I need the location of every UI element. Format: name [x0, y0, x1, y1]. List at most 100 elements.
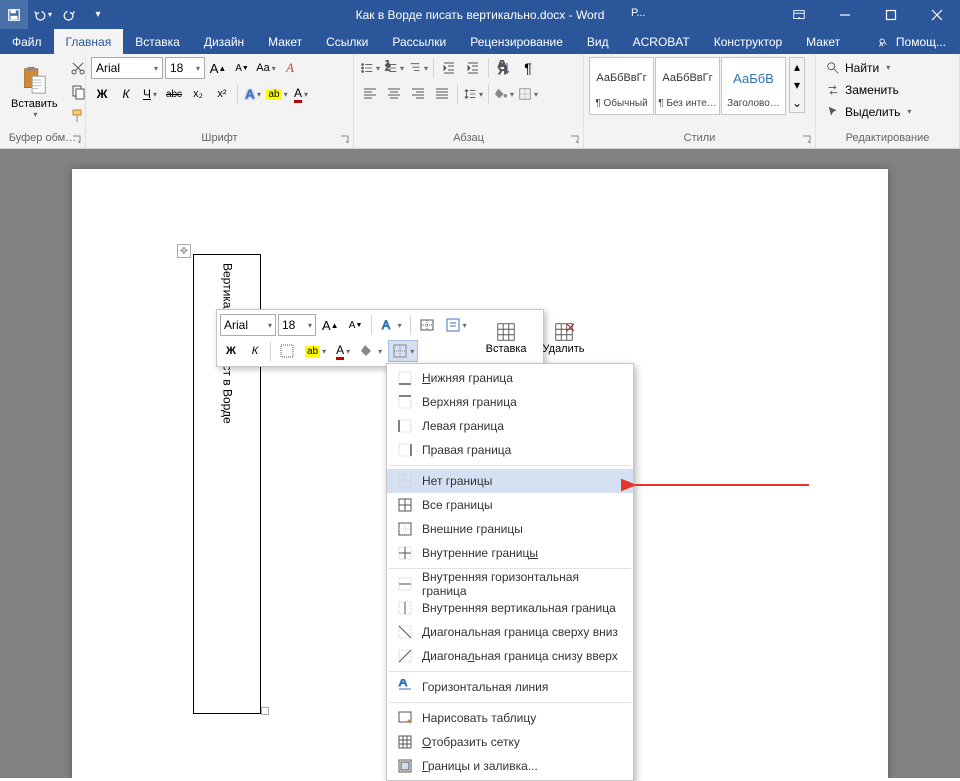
tab-table-layout[interactable]: Макет — [794, 29, 852, 54]
justify-button[interactable] — [431, 83, 453, 105]
tab-home[interactable]: Главная — [54, 29, 124, 54]
mini-delete-button[interactable]: Удалить — [536, 315, 592, 361]
font-size-input[interactable]: 18▾ — [165, 57, 205, 79]
tab-layout[interactable]: Макет — [256, 29, 314, 54]
mini-insert-button[interactable]: Вставка — [479, 315, 534, 361]
clear-formatting-button[interactable]: A — [279, 57, 301, 79]
subscript-button[interactable]: x₂ — [187, 83, 209, 105]
text-effects-button[interactable]: A▾ — [242, 83, 264, 105]
styles-expand[interactable]: ⌄ — [790, 94, 804, 112]
group-paragraph: ▾ 12▾ ▾ AЯ ¶ ▾ ▾ ▾ Абзац — [354, 54, 584, 148]
styles-dialog-launcher[interactable] — [800, 133, 813, 146]
change-case-button[interactable]: Aa▾ — [255, 57, 277, 79]
line-spacing-button[interactable]: ▾ — [462, 83, 484, 105]
mini-styles[interactable]: A▾ — [376, 314, 406, 336]
paste-button[interactable]: Вставить ▾ — [5, 57, 64, 125]
close-button[interactable] — [914, 0, 960, 29]
mini-shading[interactable]: ▾ — [356, 340, 386, 362]
mini-font-size[interactable]: 18▾ — [278, 314, 316, 336]
tab-design[interactable]: Дизайн — [192, 29, 256, 54]
styles-scroll-down[interactable]: ▾ — [790, 76, 804, 94]
replace-button[interactable]: Заменить — [821, 79, 916, 100]
mini-merge-cells[interactable] — [415, 314, 439, 336]
tell-me[interactable]: Помощ... — [862, 29, 960, 54]
decrease-indent-button[interactable] — [438, 57, 460, 79]
border-top-item[interactable]: Верхняя граница — [387, 390, 633, 414]
mini-borders-split[interactable]: ▾ — [388, 340, 418, 362]
multilevel-list-button[interactable]: ▾ — [407, 57, 429, 79]
font-name-input[interactable]: Arial▾ — [91, 57, 163, 79]
tab-acrobat[interactable]: ACROBAT — [621, 29, 702, 54]
tab-view[interactable]: Вид — [575, 29, 621, 54]
border-bottom-item[interactable]: Нижняя граница — [387, 366, 633, 390]
draw-table-item[interactable]: Нарисовать таблицу — [387, 706, 633, 730]
border-diag-down-item[interactable]: Диагональная граница сверху вниз — [387, 620, 633, 644]
tab-review[interactable]: Рецензирование — [458, 29, 575, 54]
quick-access-more[interactable]: ▾ — [84, 0, 112, 29]
grow-font-button[interactable]: A▲ — [207, 57, 229, 79]
highlight-button[interactable]: ab▾ — [266, 83, 288, 105]
strikethrough-button[interactable]: abc — [163, 83, 185, 105]
show-grid-item[interactable]: Отобразить сетку — [387, 730, 633, 754]
mini-shrink-font[interactable]: A▼ — [345, 314, 367, 336]
minimize-button[interactable] — [822, 0, 868, 29]
borders-and-shading-item[interactable]: Границы и заливка... — [387, 754, 633, 778]
shading-button[interactable]: ▾ — [493, 83, 515, 105]
redo-button[interactable] — [56, 0, 84, 29]
style-no-spacing[interactable]: АаБбВвГг ¶ Без инте… — [655, 57, 720, 115]
paragraph-dialog-launcher[interactable] — [568, 133, 581, 146]
font-color-button[interactable]: A▾ — [290, 83, 312, 105]
clipboard-dialog-launcher[interactable] — [70, 133, 83, 146]
mini-font-color[interactable]: A▾ — [332, 340, 354, 362]
border-inside-vertical-item[interactable]: Внутренняя вертикальная граница — [387, 596, 633, 620]
ribbon-options-button[interactable] — [776, 0, 822, 29]
save-button[interactable] — [0, 0, 28, 29]
underline-button[interactable]: Ч▾ — [139, 83, 161, 105]
show-hide-button[interactable]: ¶ — [517, 57, 539, 79]
align-right-button[interactable] — [407, 83, 429, 105]
tab-table-design[interactable]: Конструктор — [702, 29, 794, 54]
tab-references[interactable]: Ссылки — [314, 29, 380, 54]
mini-borders2[interactable] — [275, 340, 299, 362]
mini-bold[interactable]: Ж — [220, 340, 242, 362]
border-outside-item[interactable]: Внешние границы — [387, 517, 633, 541]
border-left-item[interactable]: Левая граница — [387, 414, 633, 438]
table-move-handle[interactable]: ✥ — [177, 244, 191, 258]
style-heading1[interactable]: АаБбВ Заголово… — [721, 57, 786, 115]
tab-file[interactable]: Файл — [0, 29, 54, 54]
find-button[interactable]: Найти▾ — [821, 57, 916, 78]
mini-grow-font[interactable]: A▲ — [318, 314, 343, 336]
tab-mail[interactable]: Рассылки — [380, 29, 458, 54]
mini-highlight[interactable]: ab▾ — [301, 340, 330, 362]
horizontal-line-item[interactable]: AГоризонтальная линия — [387, 675, 633, 699]
align-left-button[interactable] — [359, 83, 381, 105]
mini-align-cells[interactable]: ▾ — [441, 314, 471, 336]
mini-italic[interactable]: К — [244, 340, 266, 362]
increase-indent-button[interactable] — [462, 57, 484, 79]
styles-scroll-up[interactable]: ▴ — [790, 58, 804, 76]
border-right-item[interactable]: Правая граница — [387, 438, 633, 462]
italic-button[interactable]: К — [115, 83, 137, 105]
bullets-button[interactable]: ▾ — [359, 57, 381, 79]
style-normal[interactable]: АаБбВвГг ¶ Обычный — [589, 57, 654, 115]
sort-button[interactable]: AЯ — [493, 57, 515, 79]
border-all-item[interactable]: Все границы — [387, 493, 633, 517]
mini-font-name[interactable]: Arial▾ — [220, 314, 276, 336]
bold-button[interactable]: Ж — [91, 83, 113, 105]
superscript-button[interactable]: x² — [211, 83, 233, 105]
borders-button[interactable]: ▾ — [517, 83, 539, 105]
numbering-button[interactable]: 12▾ — [383, 57, 405, 79]
tab-insert[interactable]: Вставка — [123, 29, 192, 54]
table-resize-handle[interactable] — [261, 707, 269, 715]
border-diag-up-item[interactable]: Диагональная граница снизу вверх — [387, 644, 633, 668]
maximize-button[interactable] — [868, 0, 914, 29]
group-paragraph-label: Абзац — [359, 131, 578, 148]
select-button[interactable]: Выделить▾ — [821, 101, 916, 122]
border-none-item[interactable]: Нет границы — [387, 469, 633, 493]
border-inside-horizontal-item[interactable]: Внутренняя горизонтальная граница — [387, 572, 633, 596]
border-inside-item[interactable]: Внутренние границы — [387, 541, 633, 565]
font-dialog-launcher[interactable] — [338, 133, 351, 146]
shrink-font-button[interactable]: A▼ — [231, 57, 253, 79]
align-center-button[interactable] — [383, 83, 405, 105]
undo-button[interactable]: ▾ — [28, 0, 56, 29]
